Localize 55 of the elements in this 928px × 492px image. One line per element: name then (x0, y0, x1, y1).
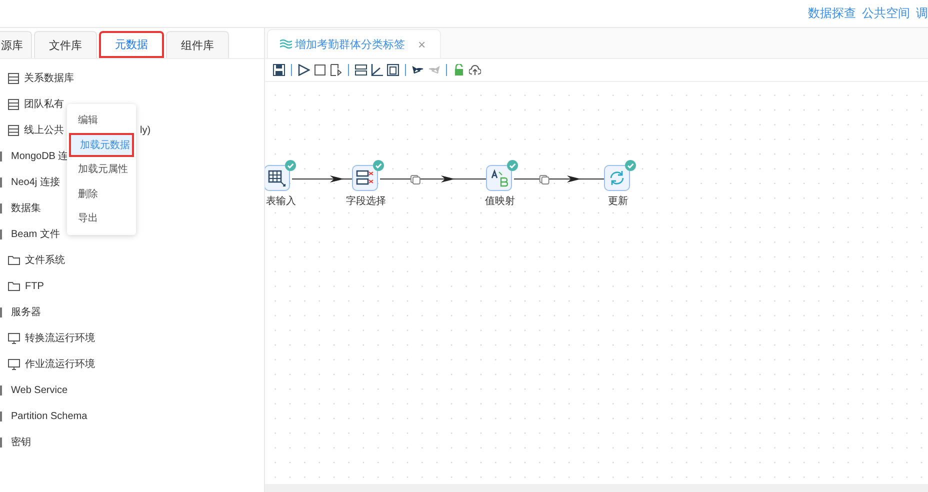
tree-item[interactable]: 数据集 (11, 201, 41, 215)
menu-item[interactable]: 删除 (67, 182, 136, 206)
mapping-icon (490, 169, 508, 187)
menu-item[interactable]: 编辑 (67, 108, 136, 132)
save-icon[interactable] (273, 64, 285, 76)
tab-title: 增加考勤群体分类标签 (295, 38, 405, 52)
stop-icon[interactable] (314, 64, 326, 76)
list-icon (8, 98, 19, 110)
tree-item[interactable]: 文件系统 (25, 253, 65, 267)
lock-icon[interactable] (453, 64, 465, 76)
folder-icon (8, 255, 20, 265)
monitor-icon (8, 358, 20, 370)
upload-icon[interactable] (469, 64, 481, 76)
node-label: 值映射 (485, 194, 515, 208)
play-icon[interactable] (298, 64, 310, 76)
monitor-icon (8, 332, 20, 344)
rows-icon[interactable] (355, 64, 367, 76)
tree-item[interactable]: MongoDB 连 (11, 149, 68, 163)
list-icon (8, 72, 19, 84)
menu-item[interactable]: 导出 (67, 206, 136, 230)
flow-node[interactable] (352, 165, 378, 191)
tree-item[interactable]: ly) (140, 124, 151, 136)
table-icon (268, 169, 286, 187)
tree-item[interactable]: 密钥 (11, 435, 31, 449)
panel-tab[interactable]: 文件库 (34, 31, 97, 58)
node-label: 表输入 (266, 194, 296, 208)
panel-tab[interactable]: 源库 (0, 31, 32, 58)
refresh-icon (608, 169, 626, 187)
undo-icon[interactable] (412, 64, 424, 76)
tree-item[interactable]: 作业流运行环境 (25, 357, 95, 371)
tree-item[interactable]: Web Service (11, 384, 68, 396)
waves-icon (280, 39, 292, 49)
tree-item[interactable]: 转换流运行环境 (25, 331, 95, 345)
document-icon[interactable] (330, 64, 342, 76)
tree-item[interactable]: 服务器 (11, 305, 41, 319)
flow-node[interactable] (604, 165, 630, 191)
tree-item[interactable]: 团队私有 (24, 97, 64, 111)
frame-icon[interactable] (387, 64, 399, 76)
tree-item[interactable]: 线上公共 (24, 123, 64, 137)
flow-node[interactable] (265, 165, 290, 191)
tree-item[interactable]: 关系数据库 (24, 71, 74, 85)
node-label: 字段选择 (346, 194, 386, 208)
tree-item[interactable]: FTP (25, 280, 44, 292)
list-icon (8, 124, 19, 136)
panel-tab[interactable]: 组件库 (166, 31, 229, 58)
folder-icon (8, 281, 20, 291)
panel-tab[interactable]: 元数据 (99, 31, 164, 58)
tree-item[interactable]: Neo4j 连接 (11, 175, 60, 189)
tree-item[interactable]: Partition Schema (11, 410, 88, 422)
tree-item[interactable]: Beam 文件 (11, 227, 60, 241)
fields-icon (356, 169, 374, 187)
chart-icon[interactable] (371, 64, 383, 76)
flow-node[interactable] (486, 165, 512, 191)
menu-item[interactable]: 加载元属性 (67, 157, 136, 182)
node-label: 更新 (608, 194, 628, 208)
